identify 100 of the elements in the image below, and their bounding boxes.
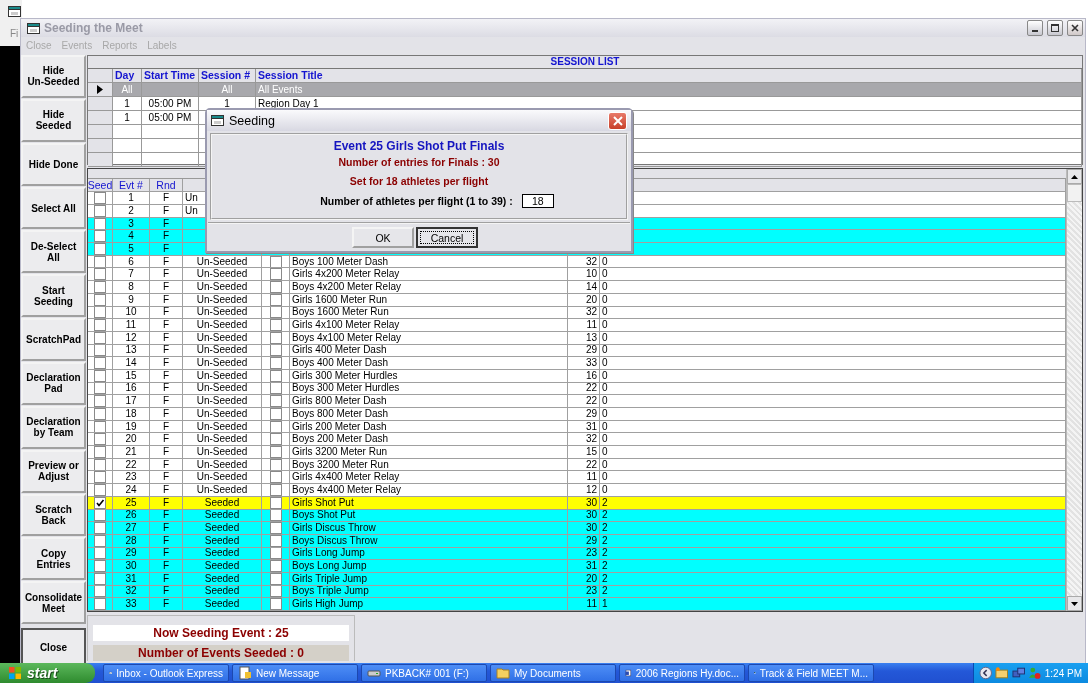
table-cell: 21 [113,446,150,458]
table-cell: 23 [568,547,600,560]
table-cell: Un-Seeded [183,484,262,496]
table-cell: Boys 1600 Meter Run [290,306,568,319]
table-cell: F [150,408,183,420]
table-cell: 1 [113,192,150,204]
table-cell: 05:00 PM [142,111,199,124]
table-cell: 22 [568,382,600,395]
table-cell: Un-Seeded [183,395,262,407]
task-label: New Message [256,667,320,679]
table-cell: 20 [113,433,150,446]
table-cell: Girls High Jump [290,598,568,610]
table-cell: Seeded [183,522,262,534]
table-cell: Boys 4x100 Meter Relay [290,331,568,344]
table-cell: 9 [113,293,150,306]
table-cell: Seeded [183,496,262,509]
table-cell: 6 [113,255,150,268]
now-seeding-text: Now Seeding Event : 25 [93,625,349,641]
table-cell: 2 [113,205,150,217]
table-cell: 29 [568,344,600,357]
dialog-title: Seeding [229,113,276,128]
table-cell: 28 [113,534,150,547]
table-cell: F [150,243,183,255]
table-cell: F [150,547,183,560]
panel-title: SESSION LIST [88,56,1082,69]
task-label: PKBACK# 001 (F:) [385,667,469,679]
table-cell: 26 [113,509,150,522]
table-cell: Boys 3200 Meter Run [290,458,568,471]
table-cell: 25 [113,496,150,509]
table-cell: 7 [113,268,150,281]
table-cell: Girls 800 Meter Dash [290,395,568,407]
table-cell: 30 [568,522,600,534]
table-cell: 5 [113,243,150,255]
table-cell: 32 [568,306,600,319]
table-cell: F [150,446,183,458]
table-cell: Seeded [183,547,262,560]
table-cell: 17 [113,395,150,407]
table-cell: 14 [113,357,150,369]
table-cell: 18 [113,408,150,420]
table-cell: Girls 400 Meter Dash [290,344,568,357]
table-cell: 19 [113,420,150,433]
task-label: 2006 Regions Hy.doc... [635,667,739,679]
table-cell: 4 [113,230,150,243]
table-cell: Seeded [183,509,262,522]
table-cell: Un-Seeded [183,458,262,471]
table-cell: 33 [568,357,600,369]
events-seeded-text: Number of Events Seeded : 0 [93,645,349,661]
table-cell: 12 [113,331,150,344]
table-cell: 8 [113,281,150,293]
table-cell: F [150,281,183,293]
table-cell: 22 [568,395,600,407]
table-cell: F [150,268,183,281]
field-label: Number of athletes per flight (1 to 39) : [320,195,513,207]
table-cell: Un-Seeded [183,319,262,331]
table-cell: Boys Triple Jump [290,585,568,598]
table-cell: Boys 300 Meter Hurdles [290,382,568,395]
table-cell: 29 [568,408,600,420]
table-cell: Un-Seeded [183,471,262,484]
task-label: Track & Field MEET M... [759,667,868,679]
table-cell: Girls Long Jump [290,547,568,560]
table-cell: 11 [113,319,150,331]
table-cell: All [113,83,142,96]
table-cell: 29 [568,534,600,547]
table-cell: Un-Seeded [183,408,262,420]
table-cell: F [150,217,183,230]
table-cell: F [150,395,183,407]
table-cell: F [150,572,183,585]
table-cell: Boys Long Jump [290,560,568,572]
table-cell: 30 [568,496,600,509]
table-cell: F [150,471,183,484]
table-cell: Seeded [183,585,262,598]
table-cell: F [150,420,183,433]
table-cell: 16 [568,369,600,382]
table-cell: Boys Discus Throw [290,534,568,547]
table-cell: F [150,306,183,319]
table-cell: 15 [568,446,600,458]
table-cell: 13 [568,331,600,344]
table-cell: Girls 3200 Meter Run [290,446,568,458]
table-cell: F [150,458,183,471]
table-cell: Girls Triple Jump [290,572,568,585]
table-cell: All [199,83,256,96]
table-cell: F [150,255,183,268]
table-cell: 11 [568,319,600,331]
table-cell: Seeded [183,598,262,610]
table-cell: F [150,382,183,395]
table-cell: 05:00 PM [142,97,199,110]
task-label: Inbox - Outlook Express [116,667,223,679]
table-cell: Un-Seeded [183,420,262,433]
table-cell: 20 [568,293,600,306]
table-cell: F [150,585,183,598]
table-cell: Un-Seeded [183,281,262,293]
table-cell: F [150,331,183,344]
table-cell: 11 [568,471,600,484]
table-cell: Boys Shot Put [290,509,568,522]
table-cell: 32 [568,433,600,446]
table-cell: Un-Seeded [183,433,262,446]
flight-setting-text: Set for 18 athletes per flight [349,175,489,189]
table-cell: Un-Seeded [183,255,262,268]
dialog-heading: Event 25 Girls Shot Put Finals [333,139,505,155]
table-cell: Girls 4x100 Meter Relay [290,319,568,331]
